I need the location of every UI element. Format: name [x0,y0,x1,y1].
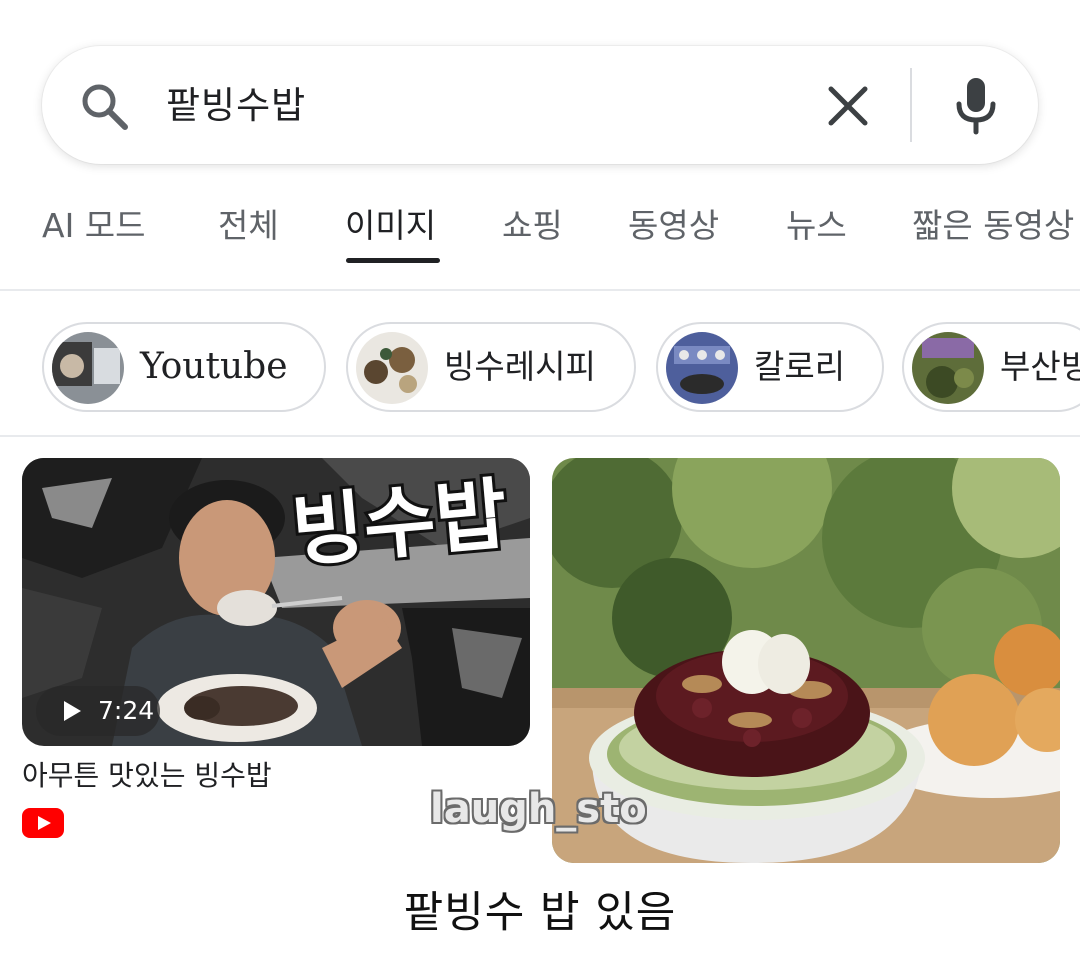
tab-videos[interactable]: 동영상 [628,202,719,250]
tab-all[interactable]: 전체 [218,202,279,250]
active-tab-indicator [346,258,440,263]
chip-label: 빙수레시피 [444,347,596,386]
chip-recipe-thumbnail [356,332,428,404]
chip-calories-thumbnail [666,332,738,404]
tab-ai-mode[interactable]: AI 모드 [42,202,146,250]
search-input[interactable]: 팥빙수밥 [166,80,306,132]
tab-news[interactable]: 뉴스 [786,202,847,250]
tab-images[interactable]: 이미지 [345,202,436,250]
tab-short-videos[interactable]: 짧은 동영상 [912,202,1074,250]
tabs-divider [0,289,1080,291]
video-duration-badge: 7:24 [36,686,160,736]
search-divider [910,68,912,142]
video-duration: 7:24 [98,696,155,725]
microphone-icon[interactable] [950,76,1002,136]
video-overlay-text: 빙수밥 [288,470,510,578]
caption-text: 팥빙수 밥 있음 [403,888,677,938]
chip-label: 칼로리 [754,347,846,386]
search-icon[interactable] [78,80,130,132]
result-title[interactable]: 아무튼 맛있는 빙수밥 [22,754,272,794]
play-icon [64,701,81,721]
watermark-text: laugh_sto [430,786,647,832]
youtube-icon [22,808,64,838]
chip-calories[interactable]: 칼로리 [656,322,884,412]
chip-bingsu-recipe[interactable]: 빙수레시피 [346,322,636,412]
chip-busan-thumbnail [912,332,984,404]
chip-label: Youtube [140,346,288,387]
clear-icon[interactable] [822,80,874,132]
chip-label: 부산빙 [1000,347,1080,386]
tab-shopping[interactable]: 쇼핑 [502,202,563,250]
chip-youtube[interactable]: Youtube [42,322,326,412]
chip-busan[interactable]: 부산빙 [902,322,1080,412]
chip-youtube-thumbnail [52,332,124,404]
chips-divider [0,435,1080,437]
